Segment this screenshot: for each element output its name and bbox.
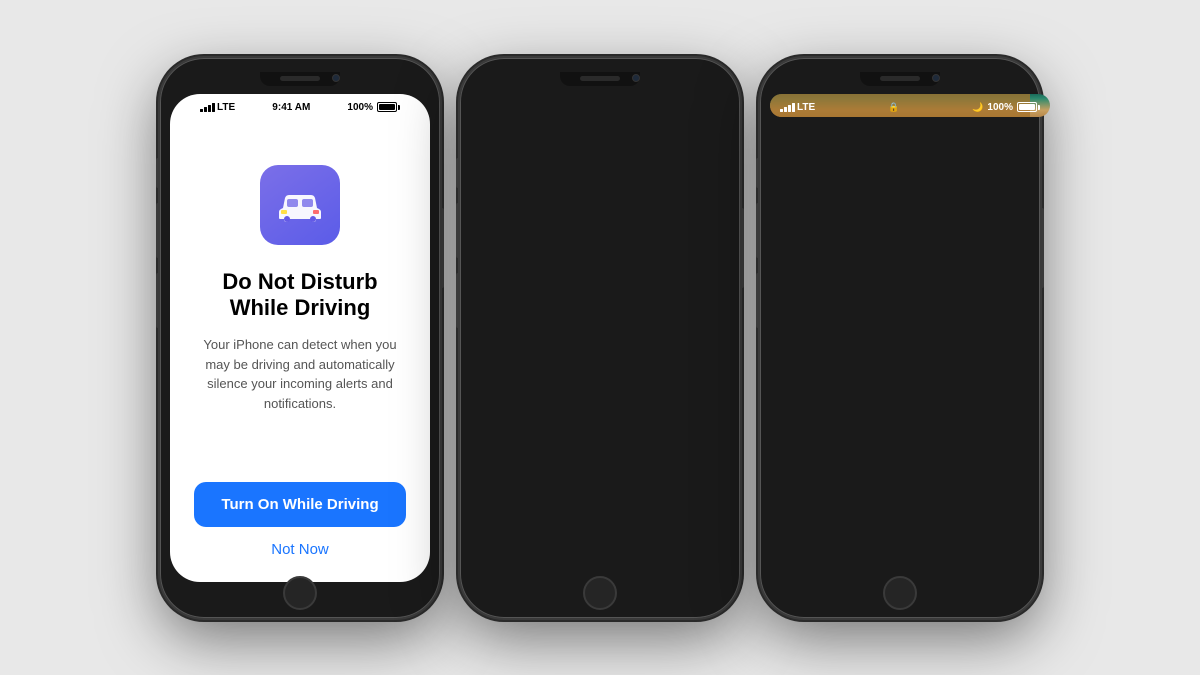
mute-button[interactable]: [156, 158, 160, 188]
phone3-battery-icon: [1017, 102, 1040, 112]
lock-icon: 🔒: [888, 102, 899, 113]
volume-down-button[interactable]: [156, 273, 160, 328]
phone-1: LTE 9:41 AM 100%: [160, 58, 440, 618]
home-button[interactable]: [283, 576, 317, 610]
volume-up-button-3[interactable]: [756, 203, 760, 258]
battery-fill: [379, 104, 395, 110]
phone3-status-bar: LTE 🔒 🌙 100%: [770, 94, 1050, 117]
power-button-2[interactable]: [740, 208, 744, 288]
phone-2: DO NOT DISTURB × You will not receive No…: [460, 58, 740, 618]
volume-up-button[interactable]: [156, 203, 160, 258]
speaker-grille-2: [580, 76, 620, 81]
signal-bar-1: [200, 109, 203, 112]
phone3-screen: LTE 🔒 🌙 100% 9:41: [770, 94, 1050, 117]
dnd-icon-container: [260, 165, 340, 245]
front-camera: [332, 74, 340, 82]
status-time: 9:41 AM: [272, 102, 310, 113]
battery-tip: [398, 105, 400, 110]
signal-indicator: LTE: [200, 102, 235, 113]
battery-body: [377, 102, 397, 112]
phones-container: LTE 9:41 AM 100%: [0, 0, 1200, 675]
signal-bar-2: [204, 107, 207, 112]
front-camera-3: [932, 74, 940, 82]
phone3-battery-pct: 100%: [987, 102, 1013, 113]
volume-up-button-2[interactable]: [456, 203, 460, 258]
signal-bar-3: [208, 105, 211, 112]
front-camera-2: [632, 74, 640, 82]
car-icon: [275, 185, 325, 225]
home-button-3[interactable]: [883, 576, 917, 610]
signal-bars: [200, 102, 215, 112]
power-button-3[interactable]: [1040, 208, 1044, 288]
battery-icon: [377, 102, 400, 112]
not-now-button[interactable]: Not Now: [271, 541, 329, 558]
phone3-network: LTE: [797, 102, 815, 113]
volume-down-button-3[interactable]: [756, 273, 760, 328]
dnd-app-icon: [260, 165, 340, 245]
signal-bar-4: [212, 103, 215, 112]
moon-icon: 🌙: [972, 102, 983, 113]
speaker-grille-3: [880, 76, 920, 81]
volume-down-button-2[interactable]: [456, 273, 460, 328]
mute-button-3[interactable]: [756, 158, 760, 188]
phone3-signal-bars: [780, 102, 795, 112]
phone-3: LTE 🔒 🌙 100% 9:41: [760, 58, 1040, 618]
speaker-grille: [280, 76, 320, 81]
phone1-buttons: Turn On While Driving Not Now: [194, 482, 406, 582]
mute-button-2[interactable]: [456, 158, 460, 188]
status-right: 100%: [347, 102, 400, 113]
phone1-screen: LTE 9:41 AM 100%: [170, 94, 430, 582]
phone3-status-right: 🌙 100%: [972, 102, 1040, 113]
network-type: LTE: [217, 102, 235, 113]
turn-on-button[interactable]: Turn On While Driving: [194, 482, 406, 527]
dnd-description: Your iPhone can detect when you may be d…: [194, 335, 406, 413]
status-bar: LTE 9:41 AM 100%: [194, 94, 406, 117]
dnd-title: Do Not DisturbWhile Driving: [222, 269, 377, 322]
power-button[interactable]: [440, 208, 444, 288]
phone3-signal: LTE: [780, 102, 815, 113]
battery-percentage: 100%: [347, 102, 373, 113]
home-button-2[interactable]: [583, 576, 617, 610]
